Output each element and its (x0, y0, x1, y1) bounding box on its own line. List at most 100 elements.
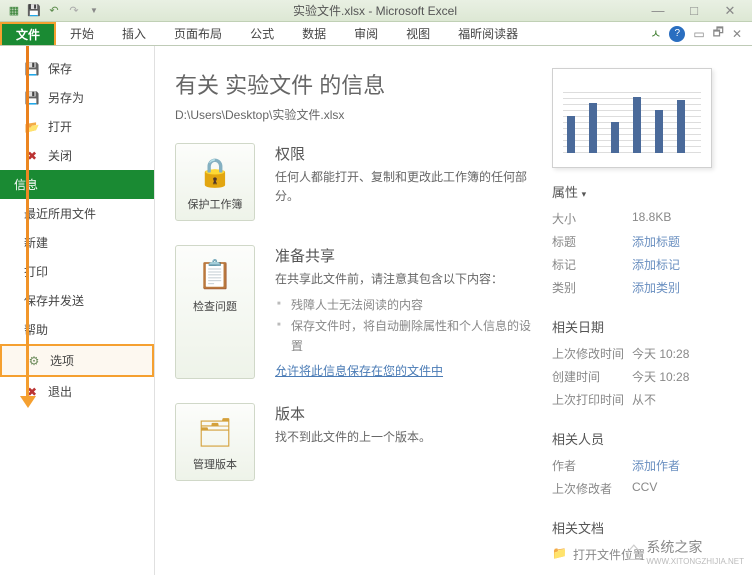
sidebar-close[interactable]: ✖关闭 (0, 141, 154, 170)
versions-icon: 🗂 (195, 412, 235, 452)
undo-icon[interactable]: ↶ (46, 3, 62, 19)
prepare-item: 残障人士无法阅读的内容 (275, 295, 532, 315)
sidebar-info[interactable]: 信息 (0, 170, 154, 199)
prop-label: 类别 (552, 279, 632, 296)
prop-value: 今天 10:28 (632, 368, 732, 385)
protect-workbook-button[interactable]: 🔒 保护工作簿 (175, 143, 255, 221)
prop-label: 标记 (552, 256, 632, 273)
prop-label: 上次修改时间 (552, 345, 632, 362)
annotation-arrow-head (20, 396, 36, 408)
minimize-ribbon-icon[interactable]: ▭ (693, 27, 704, 41)
watermark-url: WWW.XITONGZHIJIA.NET (646, 557, 744, 566)
close-workbook-icon[interactable]: ✕ (732, 27, 742, 41)
tab-review[interactable]: 审阅 (340, 22, 392, 45)
prop-label: 大小 (552, 210, 632, 227)
qat-dropdown-icon[interactable]: ▼ (86, 3, 102, 19)
button-label: 检查问题 (193, 298, 237, 314)
sidebar-label: 关闭 (48, 147, 72, 164)
ribbon-tabs: 文件 开始 插入 页面布局 公式 数据 审阅 视图 福昕阅读器 ㅅ ? ▭ 🗗 … (0, 22, 752, 46)
document-thumbnail[interactable] (552, 68, 712, 168)
tab-home[interactable]: 开始 (56, 22, 108, 45)
tab-data[interactable]: 数据 (288, 22, 340, 45)
sidebar-label: 另存为 (48, 89, 84, 106)
folder-icon: 📁 (552, 546, 567, 563)
properties-panel: 属性 ▾ 大小18.8KB 标题添加标题 标记添加标记 类别添加类别 相关日期 … (552, 68, 732, 553)
prop-label: 标题 (552, 233, 632, 250)
prepare-heading: 准备共享 (275, 245, 532, 266)
sidebar-save[interactable]: 💾保存 (0, 54, 154, 83)
prop-value: 18.8KB (632, 210, 732, 227)
excel-icon: ▦ (6, 3, 22, 19)
add-category-field[interactable]: 添加类别 (632, 279, 732, 296)
info-main-column: 有关 实验文件 的信息 D:\Users\Desktop\实验文件.xlsx 🔒… (175, 68, 552, 553)
check-icon: 📋 (195, 254, 235, 294)
annotation-arrow-line (26, 46, 29, 400)
permissions-desc: 任何人都能打开、复制和更改此工作簿的任何部分。 (275, 168, 532, 206)
sidebar-options[interactable]: ⚙选项 (0, 344, 154, 377)
prop-label: 上次打印时间 (552, 391, 632, 408)
sidebar-label: 保存并发送 (24, 292, 84, 309)
versions-desc: 找不到此文件的上一个版本。 (275, 428, 532, 447)
properties-dropdown[interactable]: 属性 ▾ (552, 182, 732, 201)
sidebar-help[interactable]: 帮助 (0, 315, 154, 344)
redo-icon[interactable]: ↷ (66, 3, 82, 19)
tab-page-layout[interactable]: 页面布局 (160, 22, 236, 45)
watermark: ⌂ 系统之家 WWW.XITONGZHIJIA.NET (625, 535, 744, 567)
prop-value: 从不 (632, 391, 732, 408)
window-title: 实验文件.xlsx - Microsoft Excel (102, 2, 648, 19)
quick-access-toolbar: ▦ 💾 ↶ ↷ ▼ (0, 3, 102, 19)
sidebar-new[interactable]: 新建 (0, 228, 154, 257)
chevron-down-icon: ▾ (582, 189, 587, 199)
title-bar: ▦ 💾 ↶ ↷ ▼ 实验文件.xlsx - Microsoft Excel — … (0, 0, 752, 22)
minimize-button[interactable]: — (648, 3, 668, 19)
tab-formulas[interactable]: 公式 (236, 22, 288, 45)
prepare-desc: 在共享此文件前，请注意其包含以下内容： (275, 270, 532, 289)
sidebar-label: 选项 (50, 352, 74, 369)
restore-window-icon[interactable]: 🗗 (713, 23, 724, 44)
file-path: D:\Users\Desktop\实验文件.xlsx (175, 106, 532, 123)
check-issues-button[interactable]: 📋 检查问题 (175, 245, 255, 379)
versions-block: 🗂 管理版本 版本 找不到此文件的上一个版本。 (175, 403, 532, 481)
sidebar-label: 打开 (48, 118, 72, 135)
ribbon-collapse-icon[interactable]: ㅅ (650, 25, 661, 42)
add-tag-field[interactable]: 添加标记 (632, 256, 732, 273)
backstage-sidebar: 💾保存 💾另存为 📂打开 ✖关闭 信息 最近所用文件 新建 打印 保存并发送 帮… (0, 46, 155, 575)
manage-versions-button[interactable]: 🗂 管理版本 (175, 403, 255, 481)
save-icon[interactable]: 💾 (26, 3, 42, 19)
prop-label: 作者 (552, 457, 632, 474)
permissions-heading: 权限 (275, 143, 532, 164)
sidebar-label: 最近所用文件 (24, 205, 96, 222)
backstage-content: 有关 实验文件 的信息 D:\Users\Desktop\实验文件.xlsx 🔒… (155, 46, 752, 575)
prop-label: 创建时间 (552, 368, 632, 385)
versions-heading: 版本 (275, 403, 532, 424)
sidebar-save-as[interactable]: 💾另存为 (0, 83, 154, 112)
permissions-block: 🔒 保护工作簿 权限 任何人都能打开、复制和更改此工作簿的任何部分。 (175, 143, 532, 221)
add-title-field[interactable]: 添加标题 (632, 233, 732, 250)
tab-foxit[interactable]: 福昕阅读器 (444, 22, 532, 45)
related-people-heading: 相关人员 (552, 429, 732, 448)
add-author-field[interactable]: 添加作者 (632, 457, 732, 474)
backstage-view: 💾保存 💾另存为 📂打开 ✖关闭 信息 最近所用文件 新建 打印 保存并发送 帮… (0, 46, 752, 575)
tab-file[interactable]: 文件 (0, 22, 56, 45)
maximize-button[interactable]: □ (684, 3, 704, 19)
close-button[interactable]: ✕ (720, 3, 740, 19)
sidebar-recent[interactable]: 最近所用文件 (0, 199, 154, 228)
help-icon[interactable]: ? (669, 26, 685, 42)
sidebar-open[interactable]: 📂打开 (0, 112, 154, 141)
tab-insert[interactable]: 插入 (108, 22, 160, 45)
permissions-text: 权限 任何人都能打开、复制和更改此工作簿的任何部分。 (275, 143, 532, 221)
sidebar-label: 退出 (48, 383, 72, 400)
page-title: 有关 实验文件 的信息 (175, 68, 532, 100)
prepare-item: 保存文件时，将自动删除属性和个人信息的设置 (275, 316, 532, 357)
tab-view[interactable]: 视图 (392, 22, 444, 45)
sidebar-label: 保存 (48, 60, 72, 77)
prepare-share-block: 📋 检查问题 准备共享 在共享此文件前，请注意其包含以下内容： 残障人士无法阅读… (175, 245, 532, 379)
sidebar-print[interactable]: 打印 (0, 257, 154, 286)
window-controls: — □ ✕ (648, 3, 752, 19)
lock-icon: 🔒 (195, 152, 235, 192)
related-dates-heading: 相关日期 (552, 317, 732, 336)
watermark-text: 系统之家 (646, 537, 744, 557)
sidebar-save-send[interactable]: 保存并发送 (0, 286, 154, 315)
button-label: 管理版本 (193, 456, 237, 472)
allow-save-info-link[interactable]: 允许将此信息保存在您的文件中 (275, 362, 443, 379)
